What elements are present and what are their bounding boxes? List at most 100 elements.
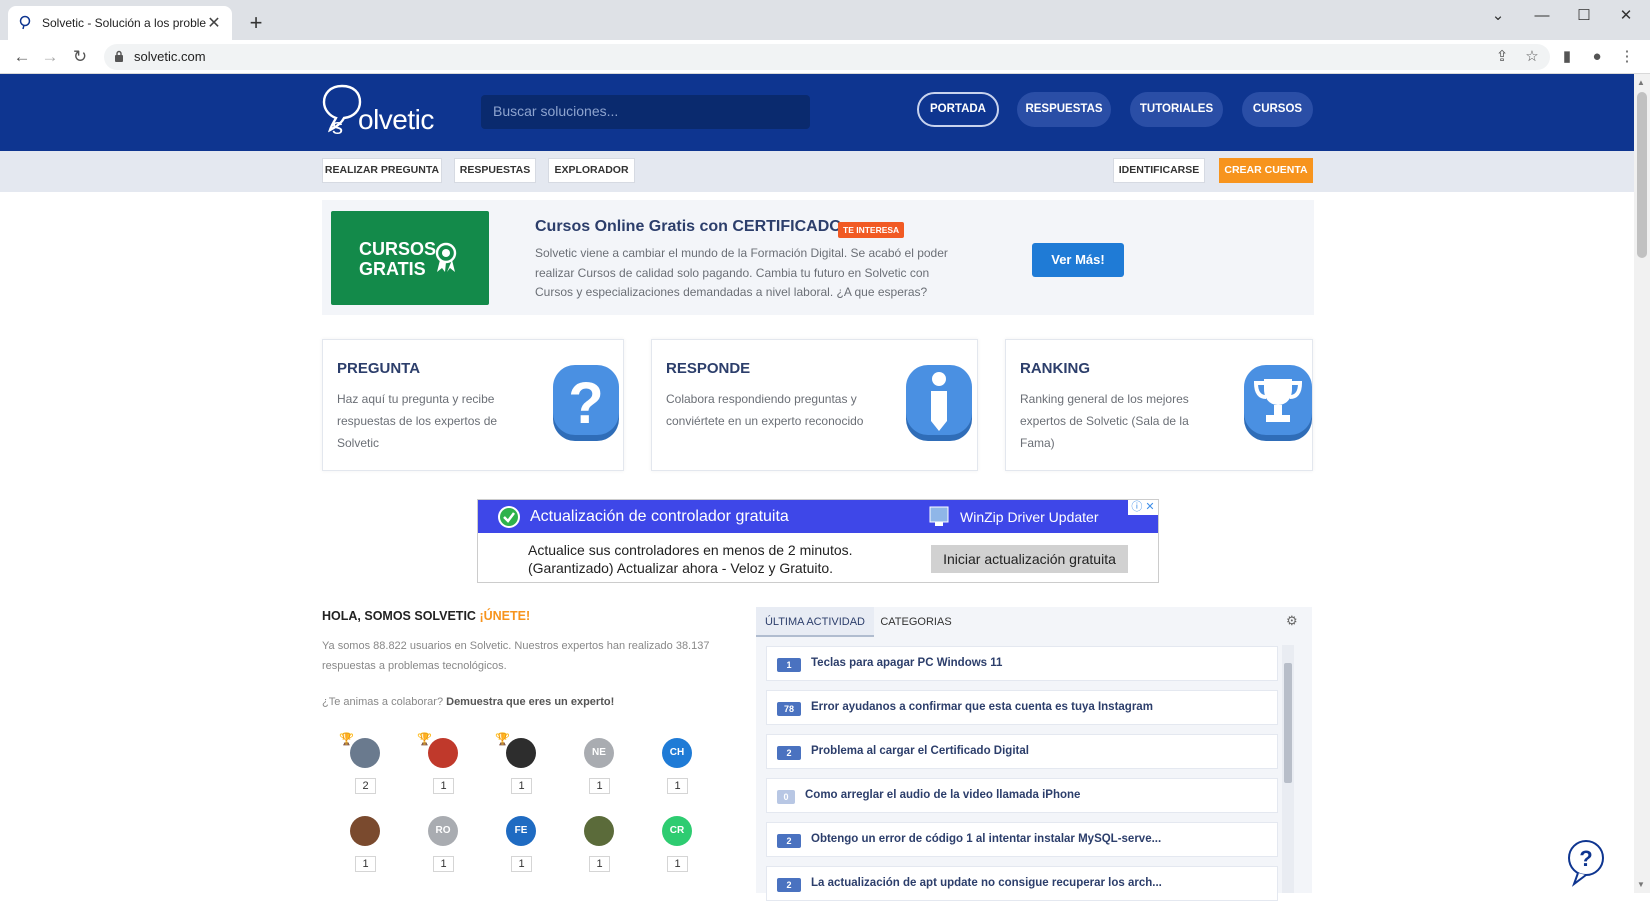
ad-brand: WinZip Driver Updater [960, 509, 1099, 525]
user-avatar-item[interactable]: 🏆 1 [495, 732, 541, 808]
answer-count-badge: 2 [777, 834, 801, 848]
page-scroll-thumb[interactable] [1637, 92, 1647, 258]
activity-scroll-thumb[interactable] [1284, 663, 1292, 783]
avatar[interactable] [584, 816, 614, 846]
activity-item[interactable]: 2 La actualización de apt update no consi… [766, 866, 1278, 901]
answer-count-badge: 1 [777, 658, 801, 672]
tab-categorias[interactable]: CATEGORIAS [874, 607, 958, 637]
url-bar[interactable]: solvetic.com [104, 44, 1550, 70]
back-icon[interactable]: ← [10, 45, 34, 69]
login-button[interactable]: IDENTIFICARSE [1113, 158, 1205, 183]
tab-search-icon[interactable]: ⌄ [1478, 4, 1518, 28]
avatar[interactable] [506, 738, 536, 768]
svg-text:?: ? [1579, 846, 1592, 871]
promo-title[interactable]: Cursos Online Gratis con CERTIFICADO [535, 218, 842, 236]
page-scrollbar[interactable]: ▲ ▼ [1634, 74, 1650, 893]
activity-item[interactable]: 78 Error ayudanos a confirmar que esta cu… [766, 690, 1278, 725]
avatar[interactable]: FE [506, 816, 536, 846]
answer-count-badge: 78 [777, 702, 801, 716]
user-avatar-item[interactable]: 🏆 1 [417, 732, 463, 808]
reload-icon[interactable]: ↻ [68, 45, 92, 69]
activity-item[interactable]: 1 Teclas para apagar PC Windows 11 [766, 646, 1278, 681]
ad-header: Actualización de controlador gratuita Wi… [478, 500, 1158, 533]
user-avatar-item[interactable]: FE 1 [501, 816, 541, 886]
info-icon [906, 365, 972, 441]
join-link[interactable]: ¡ÚNETE! [479, 609, 530, 623]
explorer-button[interactable]: EXPLORADOR [548, 158, 635, 183]
activity-item[interactable]: 2 Obtengo un error de código 1 al intenta… [766, 822, 1278, 857]
user-avatar-item[interactable]: CR 1 [657, 816, 697, 886]
cta-bold-link[interactable]: Demuestra que eres un experto! [446, 696, 614, 708]
maximize-icon[interactable]: ☐ [1564, 4, 1604, 28]
card-pregunta[interactable]: PREGUNTA Haz aquí tu pregunta y recibe r… [322, 339, 624, 471]
side-panel-icon[interactable]: ▮ [1555, 45, 1579, 69]
avatar[interactable] [428, 738, 458, 768]
signup-button[interactable]: CREAR CUENTA [1219, 158, 1313, 183]
new-tab-icon[interactable]: + [244, 10, 268, 36]
tab-ultima-actividad[interactable]: ÚLTIMA ACTIVIDAD [756, 607, 874, 637]
minimize-icon[interactable]: — [1522, 4, 1562, 28]
ad-description-line-1: Actualice sus controladores en menos de … [528, 542, 853, 558]
close-window-icon[interactable]: ✕ [1606, 4, 1646, 28]
user-avatar-item[interactable]: CH 1 [657, 738, 697, 808]
courses-image[interactable]: CURSOS GRATIS [331, 211, 489, 305]
profile-icon[interactable]: ● [1585, 45, 1609, 69]
avatar[interactable]: CH [662, 738, 692, 768]
activity-scrollbar[interactable] [1282, 645, 1294, 893]
driver-updater-ad[interactable]: Actualización de controlador gratuita Wi… [477, 499, 1159, 583]
card-responde[interactable]: RESPONDE Colabora respondiendo preguntas… [651, 339, 978, 471]
help-widget-icon[interactable]: ? [1562, 838, 1620, 888]
scroll-up-icon[interactable]: ▲ [1637, 78, 1645, 87]
nav-tutoriales[interactable]: TUTORIALES [1130, 92, 1223, 127]
ad-close-icon[interactable]: ⓘ ✕ [1128, 500, 1158, 515]
nav-portada[interactable]: PORTADA [917, 92, 999, 127]
activity-item[interactable]: 2 Problema al cargar el Certificado Digit… [766, 734, 1278, 769]
ad-description-line-2: (Garantizado) Actualizar ahora - Veloz y… [528, 560, 834, 576]
avatar[interactable] [350, 738, 380, 768]
forward-icon[interactable]: → [38, 45, 62, 69]
solvetic-logo[interactable]: s olvetic [322, 82, 452, 138]
user-avatar-item[interactable]: NE 1 [579, 738, 619, 808]
activity-title[interactable]: Error ayudanos a confirmar que esta cuen… [811, 701, 1153, 713]
answers-button[interactable]: RESPUESTAS [454, 158, 536, 183]
nav-respuestas[interactable]: RESPUESTAS [1017, 92, 1111, 127]
user-avatar-item[interactable]: RO 1 [423, 816, 463, 886]
svg-text:s: s [332, 114, 343, 138]
share-icon[interactable]: ⇪ [1490, 45, 1514, 69]
promo-image-text-1: CURSOS [359, 239, 437, 259]
ver-mas-button[interactable]: Ver Más! [1032, 243, 1124, 277]
ask-question-button[interactable]: REALIZAR PREGUNTA [322, 158, 442, 183]
gear-icon[interactable]: ⚙ [1286, 613, 1298, 629]
activity-title[interactable]: Problema al cargar el Certificado Digita… [811, 745, 1029, 757]
activity-item[interactable]: 0 Como arreglar el audio de la video llam… [766, 778, 1278, 813]
sub-navigation: REALIZAR PREGUNTA RESPUESTAS EXPLORADOR … [0, 151, 1634, 192]
avatar[interactable] [350, 816, 380, 846]
activity-title[interactable]: Teclas para apagar PC Windows 11 [811, 657, 1002, 669]
user-score: 1 [667, 778, 688, 794]
avatar[interactable]: CR [662, 816, 692, 846]
ad-start-update-button[interactable]: Iniciar actualización gratuita [931, 545, 1128, 573]
user-score: 1 [511, 778, 532, 794]
answer-count-badge: 0 [777, 790, 795, 804]
user-avatar-item[interactable]: 🏆 2 [339, 732, 385, 808]
bookmark-star-icon[interactable]: ☆ [1520, 45, 1544, 69]
menu-kebab-icon[interactable]: ⋮ [1615, 45, 1639, 69]
avatar[interactable]: NE [584, 738, 614, 768]
trophy-icon [1244, 365, 1312, 441]
activity-title[interactable]: Obtengo un error de código 1 al intentar… [811, 833, 1161, 845]
activity-title[interactable]: Como arreglar el audio de la video llama… [805, 789, 1080, 801]
site-header: s olvetic Buscar soluciones... PORTADA R… [0, 74, 1634, 151]
svg-text:?: ? [568, 371, 603, 436]
user-score: 1 [433, 778, 454, 794]
tab-close-icon[interactable]: ✕ [206, 13, 222, 33]
search-input[interactable]: Buscar soluciones... [481, 95, 810, 129]
card-ranking[interactable]: RANKING Ranking general de los mejores e… [1005, 339, 1313, 471]
scroll-down-icon[interactable]: ▼ [1637, 880, 1645, 889]
avatar[interactable]: RO [428, 816, 458, 846]
user-avatar-item[interactable]: 1 [579, 816, 619, 886]
user-avatar-item[interactable]: 1 [345, 816, 385, 886]
browser-tab[interactable]: Solvetic - Solución a los problem ✕ [8, 6, 232, 40]
promo-badge: TE INTERESA [838, 222, 905, 238]
nav-cursos[interactable]: CURSOS [1242, 92, 1313, 127]
activity-title[interactable]: La actualización de apt update no consig… [811, 877, 1162, 889]
